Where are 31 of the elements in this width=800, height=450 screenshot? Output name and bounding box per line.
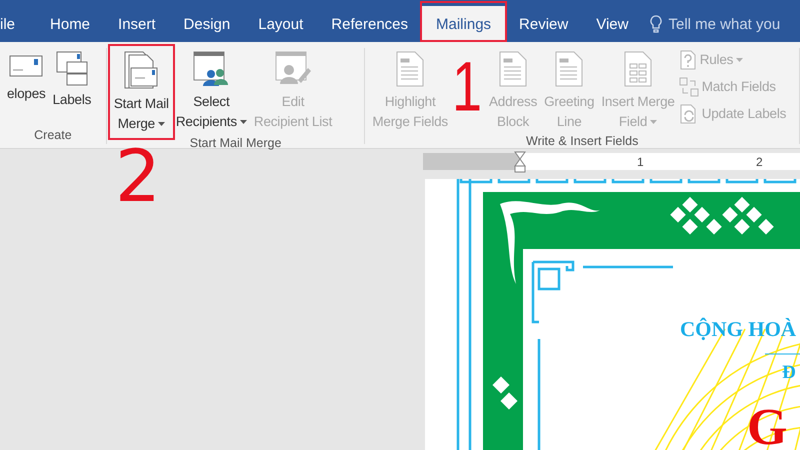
ribbon-tab[interactable]: View (582, 6, 642, 42)
ruler-number: 2 (756, 154, 763, 168)
document-icon (395, 50, 426, 88)
ribbon-button[interactable]: Select Recipients (172, 48, 250, 134)
documents-envelope-icon (123, 50, 160, 90)
certificate-heading: CỘNG HOÀ (680, 317, 796, 342)
ribbon-button[interactable]: Labels (50, 48, 94, 112)
ribbon-tab[interactable]: Layout (244, 6, 318, 42)
ribbon-tab[interactable]: Design (170, 6, 244, 42)
ribbon-button[interactable]: elopes (4, 48, 49, 106)
document-icon (554, 50, 584, 88)
labels-icon (54, 50, 89, 86)
ribbon-tab[interactable]: Insert (104, 6, 170, 42)
ribbon-tab[interactable]: References (317, 6, 422, 42)
match-arrows-icon (678, 76, 699, 96)
search-field[interactable]: Tell me what you (642, 6, 780, 42)
ribbon-tab[interactable]: Review (505, 6, 582, 42)
ruler-number: 1 (637, 154, 644, 168)
group-label: Write & Insert Fields (525, 134, 640, 150)
document-icon (498, 50, 528, 88)
calendar-people-icon (192, 50, 230, 88)
ribbon-button[interactable]: Start Mail Merge (110, 48, 172, 136)
ribbon-tab[interactable]: Home (36, 6, 104, 42)
group-label: Start Mail Merge (188, 136, 282, 152)
ribbon-tab[interactable]: ile (0, 6, 36, 42)
step-number: 1 (452, 52, 483, 122)
document-icon (623, 50, 653, 88)
lightbulb-icon (650, 15, 662, 33)
step-number: 2 (115, 140, 161, 212)
question-document-icon (678, 50, 697, 70)
group-label: Create (33, 128, 73, 144)
